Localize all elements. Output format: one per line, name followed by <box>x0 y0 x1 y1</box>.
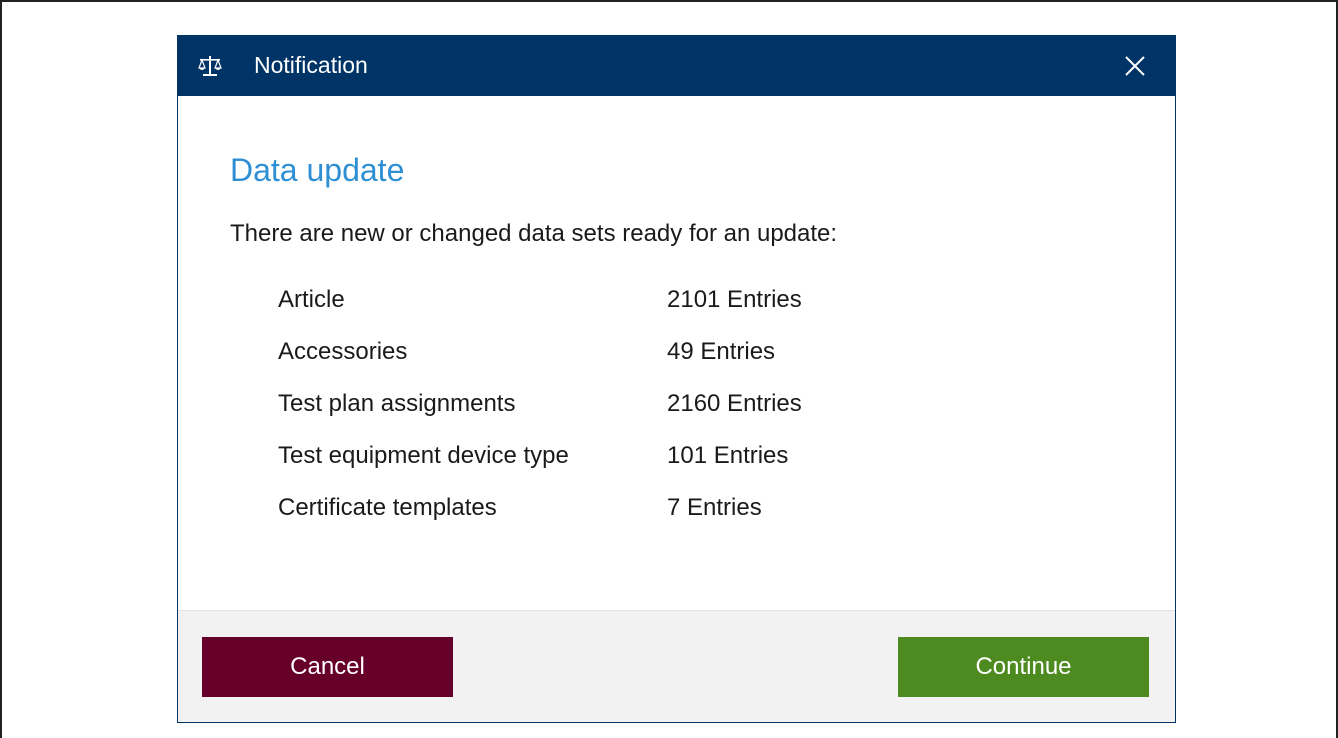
dataset-name: Certificate templates <box>278 494 497 521</box>
dataset-row: Test plan assignments 2160 Entries <box>278 386 978 438</box>
dataset-count: 101 Entries <box>667 442 789 469</box>
dialog-footer: Cancel Continue <box>178 610 1175 722</box>
dialog-content: Data update There are new or changed dat… <box>178 96 1175 610</box>
dataset-row: Accessories 49 Entries <box>278 334 978 386</box>
dataset-count: 49 Entries <box>667 338 776 365</box>
close-button[interactable] <box>1117 48 1153 84</box>
dataset-row: Article 2101 Entries <box>278 282 978 334</box>
dataset-name: Accessories <box>278 338 408 365</box>
dataset-count: 2101 Entries <box>667 286 802 313</box>
notification-dialog: Notification Data update There are new o… <box>177 35 1176 723</box>
dataset-count: 7 Entries <box>667 494 762 521</box>
dialog-heading: Data update <box>230 152 405 188</box>
dataset-row: Certificate templates 7 Entries <box>278 490 978 542</box>
dialog-titlebar: Notification <box>178 36 1175 96</box>
dataset-name: Article <box>278 286 345 313</box>
screen-frame: Notification Data update There are new o… <box>0 0 1338 738</box>
dataset-list: Article 2101 Entries Accessories 49 Entr… <box>278 282 978 542</box>
dataset-name: Test plan assignments <box>278 390 516 417</box>
dataset-name: Test equipment device type <box>278 442 569 469</box>
window-title: Notification <box>254 52 368 78</box>
dataset-row: Test equipment device type 101 Entries <box>278 438 978 490</box>
scales-icon <box>198 54 222 78</box>
cancel-button[interactable]: Cancel <box>202 637 453 697</box>
continue-button[interactable]: Continue <box>898 637 1149 697</box>
dialog-intro-text: There are new or changed data sets ready… <box>230 220 838 247</box>
close-icon <box>1125 56 1145 76</box>
dataset-count: 2160 Entries <box>667 390 802 417</box>
